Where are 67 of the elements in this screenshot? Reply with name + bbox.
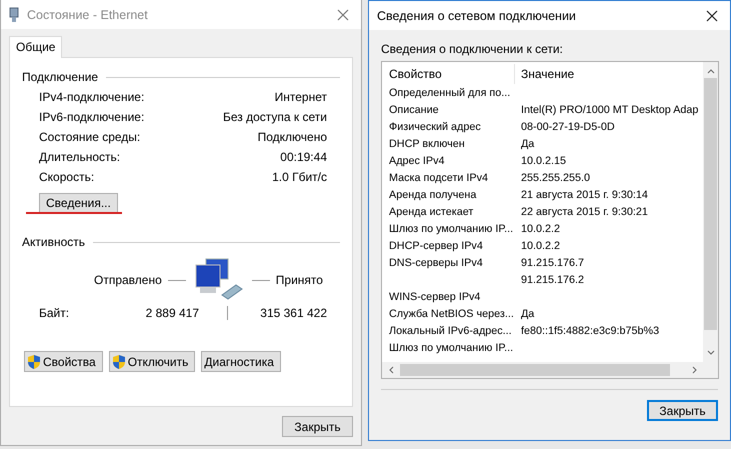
value-cell: 22 августа 2015 г. 9:30:21 <box>521 206 648 218</box>
bytes-received: 315 361 422 <box>259 306 327 320</box>
value-cell: 10.0.2.2 <box>521 240 560 252</box>
field-value: Без доступа к сети <box>223 110 327 124</box>
action-button[interactable]: Свойства <box>24 351 103 372</box>
scroll-right-icon[interactable] <box>692 366 698 374</box>
field-label: IPv4-подключение: <box>39 90 144 104</box>
field-label: Состояние среды: <box>39 130 140 144</box>
property-cell: Служба NetBIOS через... <box>389 308 514 320</box>
network-adapter-icon <box>9 6 19 22</box>
property-cell: DHCP включен <box>389 138 465 150</box>
close-button[interactable]: Закрыть <box>282 416 353 437</box>
field-value: 00:19:44 <box>280 150 327 164</box>
property-cell: Шлюз по умолчанию IP... <box>389 222 514 234</box>
field-label: Длительность: <box>39 150 120 164</box>
property-cell: WINS-сервер IPv4 <box>389 290 480 302</box>
field-value: Интернет <box>274 90 327 104</box>
close-icon[interactable] <box>706 10 718 22</box>
value-cell: 10.0.2.15 <box>521 154 566 166</box>
field-label: IPv6-подключение: <box>39 110 144 124</box>
scroll-left-icon[interactable] <box>388 366 394 374</box>
vertical-scrollbar[interactable] <box>703 62 718 362</box>
horizontal-scrollbar[interactable] <box>382 362 718 378</box>
action-button[interactable]: Отключить <box>108 351 196 372</box>
action-button[interactable]: Диагностика <box>201 351 281 372</box>
group-heading: Активность <box>22 235 86 249</box>
property-cell: Адрес IPv4 <box>389 154 445 166</box>
property-cell: Локальный IPv6-адрес... <box>389 324 512 336</box>
value-cell: 21 августа 2015 г. 9:30:14 <box>521 188 648 200</box>
shield-icon <box>112 354 126 370</box>
field-value: Подключено <box>258 130 327 144</box>
property-cell: Физический адрес <box>389 120 481 132</box>
sent-label: Отправлено <box>94 273 162 287</box>
property-cell: Аренда истекает <box>389 206 474 218</box>
property-cell: DNS-серверы IPv4 <box>389 256 483 268</box>
tab[interactable]: Общие <box>9 36 62 58</box>
value-cell: 08-00-27-19-D5-0D <box>521 120 615 132</box>
property-cell: Определенный для по... <box>389 86 510 98</box>
group-heading: Подключение <box>22 70 98 84</box>
column-header[interactable]: Свойство <box>382 64 515 84</box>
property-cell: Маска подсети IPv4 <box>389 172 488 184</box>
property-cell: Аренда получена <box>389 188 476 200</box>
property-cell: Шлюз по умолчанию IP... <box>389 342 514 354</box>
window-title: Состояние - Ethernet <box>27 8 149 22</box>
scroll-up-icon[interactable] <box>706 68 714 74</box>
value-cell: Да <box>521 138 534 150</box>
value-cell: fe80::1f5:4882:e3c9:b75b%3 <box>521 324 660 336</box>
field-label: Скорость: <box>39 170 94 184</box>
bytes-sent: 2 889 417 <box>144 306 199 320</box>
window-title: Сведения о сетевом подключении <box>377 8 577 22</box>
close-button[interactable]: Закрыть <box>647 400 718 421</box>
value-cell: 91.215.176.2 <box>521 274 584 286</box>
value-cell: Да <box>521 308 534 320</box>
value-cell: Intel(R) PRO/1000 MT Desktop Adap <box>521 104 698 116</box>
received-label: Принято <box>276 273 323 287</box>
field-value: 1.0 Гбит/с <box>272 170 327 184</box>
list-caption: Сведения о подключении к сети: <box>381 42 564 56</box>
column-header[interactable]: Значение <box>515 67 574 81</box>
scroll-down-icon[interactable] <box>706 350 714 356</box>
shield-icon <box>27 354 41 370</box>
value-cell: 91.215.176.7 <box>521 256 584 268</box>
value-cell: 10.0.2.2 <box>521 222 560 234</box>
property-cell: Описание <box>389 104 439 116</box>
details-button[interactable]: Сведения... <box>39 193 118 213</box>
bytes-label: Байт: <box>39 306 70 320</box>
value-cell: 255.255.255.0 <box>521 172 590 184</box>
property-cell: DHCP-сервер IPv4 <box>389 240 483 252</box>
